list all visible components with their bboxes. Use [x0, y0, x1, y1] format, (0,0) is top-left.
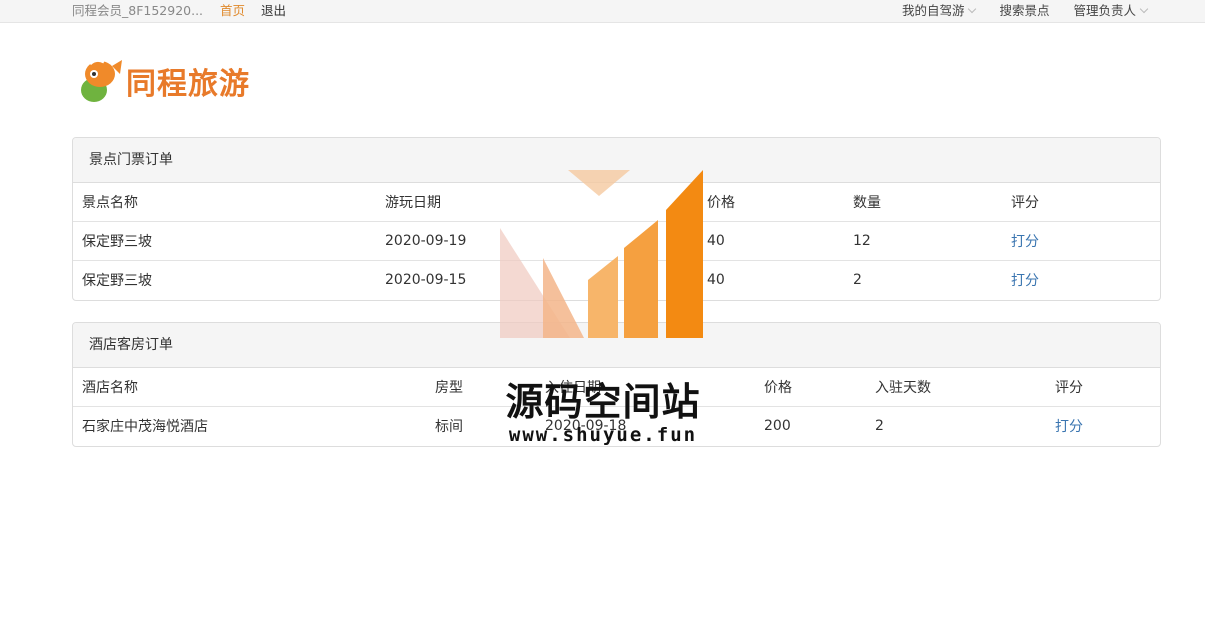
member-name: 同程会员_8F152920... — [72, 3, 204, 18]
play-date: 2020-09-15 — [376, 260, 536, 299]
column-header: 价格 — [707, 195, 735, 211]
ticket-orders-panel: 景点门票订单 景点名称 游玩日期 价格 数量 评分 保定野三坡 2020-09-… — [72, 137, 1161, 301]
nav-my-trips[interactable]: 我的自驾游 — [901, 0, 977, 22]
rate-link[interactable]: 打分 — [1046, 406, 1160, 445]
column-header: 入驻天数 — [875, 380, 931, 396]
column-header: 价格 — [764, 380, 792, 396]
spot-name: 保定野三坡 — [73, 221, 376, 261]
hidden-cell — [536, 260, 698, 299]
fish-logo-icon — [81, 58, 122, 102]
column-header: 房型 — [435, 380, 463, 396]
column-header — [536, 183, 698, 222]
panel-title: 酒店客房订单 — [73, 323, 1160, 368]
table-header-row: 酒店名称 房型 入住日期 价格 入驻天数 评分 — [73, 368, 1160, 407]
table-row: 石家庄中茂海悦酒店 标间 2020-09-18 200 2 打分 — [73, 406, 1160, 445]
hotel-name: 石家庄中茂海悦酒店 — [73, 406, 426, 445]
logout-link[interactable]: 退出 — [261, 0, 286, 22]
hidden-cell — [536, 221, 698, 261]
quantity: 2 — [844, 260, 1002, 299]
hotel-orders-panel: 酒店客房订单 酒店名称 房型 入住日期 价格 入驻天数 评分 石家庄中茂海悦酒店… — [72, 322, 1161, 447]
nav-manager-label: 管理负责人 — [1073, 3, 1136, 18]
column-header: 数量 — [853, 195, 881, 211]
column-header: 评分 — [1011, 195, 1039, 211]
spot-name: 保定野三坡 — [73, 260, 376, 299]
play-date: 2020-09-19 — [376, 221, 536, 261]
column-header: 景点名称 — [82, 195, 138, 211]
hotel-orders-table: 酒店名称 房型 入住日期 价格 入驻天数 评分 石家庄中茂海悦酒店 标间 202… — [73, 368, 1160, 445]
top-bar: 同程会员_8F152920... 首页 退出 我的自驾游 搜索景点 管理负责人 — [0, 0, 1205, 23]
home-link[interactable]: 首页 — [220, 0, 245, 22]
table-header-row: 景点名称 游玩日期 价格 数量 评分 — [73, 183, 1160, 222]
logo-text: 同程旅游 — [126, 67, 250, 102]
quantity: 12 — [844, 221, 1002, 261]
column-header: 评分 — [1055, 380, 1083, 396]
price: 40 — [698, 221, 844, 261]
room-type: 标间 — [426, 406, 536, 445]
ticket-orders-table: 景点名称 游玩日期 价格 数量 评分 保定野三坡 2020-09-19 40 1… — [73, 183, 1160, 299]
stay-days: 2 — [866, 406, 1046, 445]
nav-manager[interactable]: 管理负责人 — [1073, 0, 1149, 22]
column-header: 酒店名称 — [82, 380, 138, 396]
chevron-down-icon — [968, 4, 977, 14]
checkin-date: 2020-09-18 — [536, 406, 755, 445]
price: 200 — [755, 406, 866, 445]
nav-search-spots[interactable]: 搜索景点 — [999, 0, 1049, 22]
nav-search-spots-label: 搜索景点 — [999, 3, 1050, 18]
panel-title: 景点门票订单 — [73, 138, 1160, 183]
chevron-down-icon — [1139, 4, 1149, 14]
price: 40 — [698, 260, 844, 299]
column-header: 游玩日期 — [385, 195, 441, 211]
nav-my-trips-label: 我的自驾游 — [901, 3, 965, 18]
rate-link[interactable]: 打分 — [1002, 260, 1160, 299]
table-row: 保定野三坡 2020-09-15 40 2 打分 — [73, 260, 1160, 299]
site-logo[interactable]: 同程旅游 — [76, 56, 250, 106]
rate-link[interactable]: 打分 — [1002, 221, 1160, 261]
column-header: 入住日期 — [545, 380, 601, 396]
table-row: 保定野三坡 2020-09-19 40 12 打分 — [73, 221, 1160, 261]
